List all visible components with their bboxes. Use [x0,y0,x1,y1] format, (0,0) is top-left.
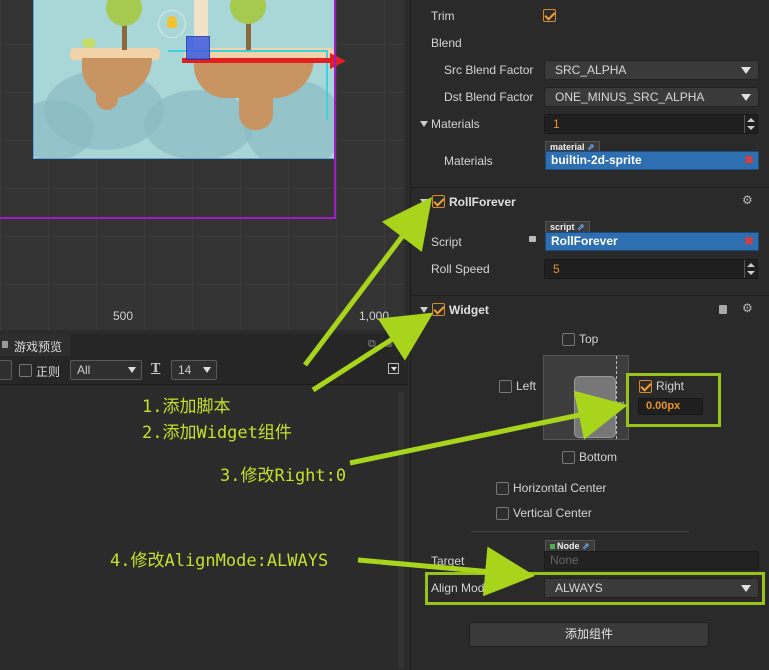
annotation-step3: 3.修改Right:0 [220,466,347,486]
horizontal-center-checkbox[interactable] [496,482,509,495]
vertical-center-label: Vertical Center [513,506,592,520]
tab-game-preview-label: 游戏预览 [14,340,63,354]
bottom-checkbox[interactable] [562,451,575,464]
target-node-field[interactable]: None [544,551,759,570]
font-size-value: 14 [178,363,192,377]
script-asset-field[interactable]: RollForever ✖ [545,232,759,251]
ruler-label-500: 500 [113,309,134,323]
gear-icon[interactable]: ⚙ [742,193,753,207]
menu-icon[interactable]: ≡ [386,337,393,351]
src-blend-value: SRC_ALPHA [555,63,627,77]
material-asset-field[interactable]: builtin-2d-sprite ✖ [545,151,759,170]
script-tag-label: script [550,222,575,232]
clear-icon[interactable]: ✖ [744,152,754,169]
roll-speed-input[interactable]: 5 [544,259,758,279]
game-preview-panel: 游戏预览 ⧉ ≡ 正则 All T 14 [0,334,408,670]
widget-title: Widget [449,303,489,317]
regex-checkbox[interactable] [19,364,32,377]
vertical-center-checkbox[interactable] [496,507,509,520]
rollforever-component-header[interactable]: RollForever ⚙ [411,187,769,214]
stepper-icon[interactable] [744,260,757,278]
trim-label: Trim [431,9,455,23]
preview-toolbar: 正则 All T 14 [0,356,408,385]
annotation-step2: 2.添加Widget组件 [142,423,292,443]
roll-speed-value: 5 [553,262,560,276]
ruler-label-1000: 1,000 [359,309,390,323]
top-checkbox[interactable] [562,333,575,346]
src-blend-label: Src Blend Factor [444,63,534,77]
left-checkbox[interactable] [499,380,512,393]
popout-icon[interactable]: ⧉ [368,338,376,351]
dst-blend-dropdown[interactable]: ONE_MINUS_SRC_ALPHA [544,87,759,107]
add-component-button[interactable]: 添加组件 [469,622,709,647]
chevron-down-icon [741,94,751,101]
book-icon[interactable] [719,305,727,314]
expand-materials-icon[interactable] [420,121,428,127]
gear-icon[interactable]: ⚙ [742,301,753,315]
stepper-icon[interactable] [744,115,757,133]
log-filter-select[interactable]: All [70,360,142,380]
roll-speed-label: Roll Speed [431,262,490,276]
chevron-down-icon [128,367,136,373]
collapse-toggle-icon[interactable] [388,363,399,374]
font-size-icon: T [151,361,161,376]
regex-label: 正则 [36,365,61,379]
rollforever-enabled-checkbox[interactable] [432,195,445,208]
annotation-step1: 1.添加脚本 [142,397,231,417]
script-label: Script [431,235,462,249]
chevron-down-icon [741,67,751,74]
tab-game-preview[interactable]: 游戏预览 [0,334,70,356]
design-resolution-frame [0,0,336,219]
annotation-step4: 4.修改AlignMode:ALWAYS [110,551,329,571]
src-blend-dropdown[interactable]: SRC_ALPHA [544,60,759,80]
camera-icon [2,341,8,348]
rollforever-title: RollForever [449,195,516,209]
horizontal-center-label: Horizontal Center [513,481,607,495]
materials-count-input[interactable]: 1 [544,114,758,134]
material-asset-value: builtin-2d-sprite [551,153,642,167]
scene-editor-viewport[interactable]: 500 1,000 [0,0,405,330]
widget-enabled-checkbox[interactable] [432,303,445,316]
dst-blend-value: ONE_MINUS_SRC_ALPHA [555,90,705,104]
left-label: Left [516,379,537,393]
top-label: Top [579,332,599,346]
widget-component-header[interactable]: Widget ⚙ [411,295,769,322]
materials-label: Materials [431,117,480,131]
target-label: Target [431,554,465,568]
script-asset-value: RollForever [551,234,618,248]
scrollbar[interactable] [398,392,404,668]
arrow-horizontal-icon: ↔ [617,396,626,406]
log-filter-value: All [77,363,91,377]
widget-alignment-preview: ↔ [543,355,629,440]
materials-count-value: 1 [553,117,560,131]
divider [471,531,689,532]
chevron-down-icon [203,367,211,373]
widget-preview-node [574,376,616,438]
materials-item-label: Materials [444,154,493,168]
align-mode-highlight-box [425,572,765,605]
preview-mode-select[interactable] [0,360,12,380]
inspector-panel: Trim Blend Src Blend Factor SRC_ALPHA Ds… [410,0,769,670]
right-highlight-box [626,373,721,427]
dst-blend-label: Dst Blend Factor [444,90,534,104]
target-tag-label: Node [557,541,580,551]
lock-icon [529,236,536,242]
clear-icon[interactable]: ✖ [744,233,754,250]
trim-checkbox[interactable] [543,9,556,22]
preview-title-bar: 游戏预览 ⧉ ≡ [0,334,408,357]
font-size-select[interactable]: 14 [171,360,217,380]
blend-label: Blend [431,36,462,50]
bottom-label: Bottom [579,450,618,464]
